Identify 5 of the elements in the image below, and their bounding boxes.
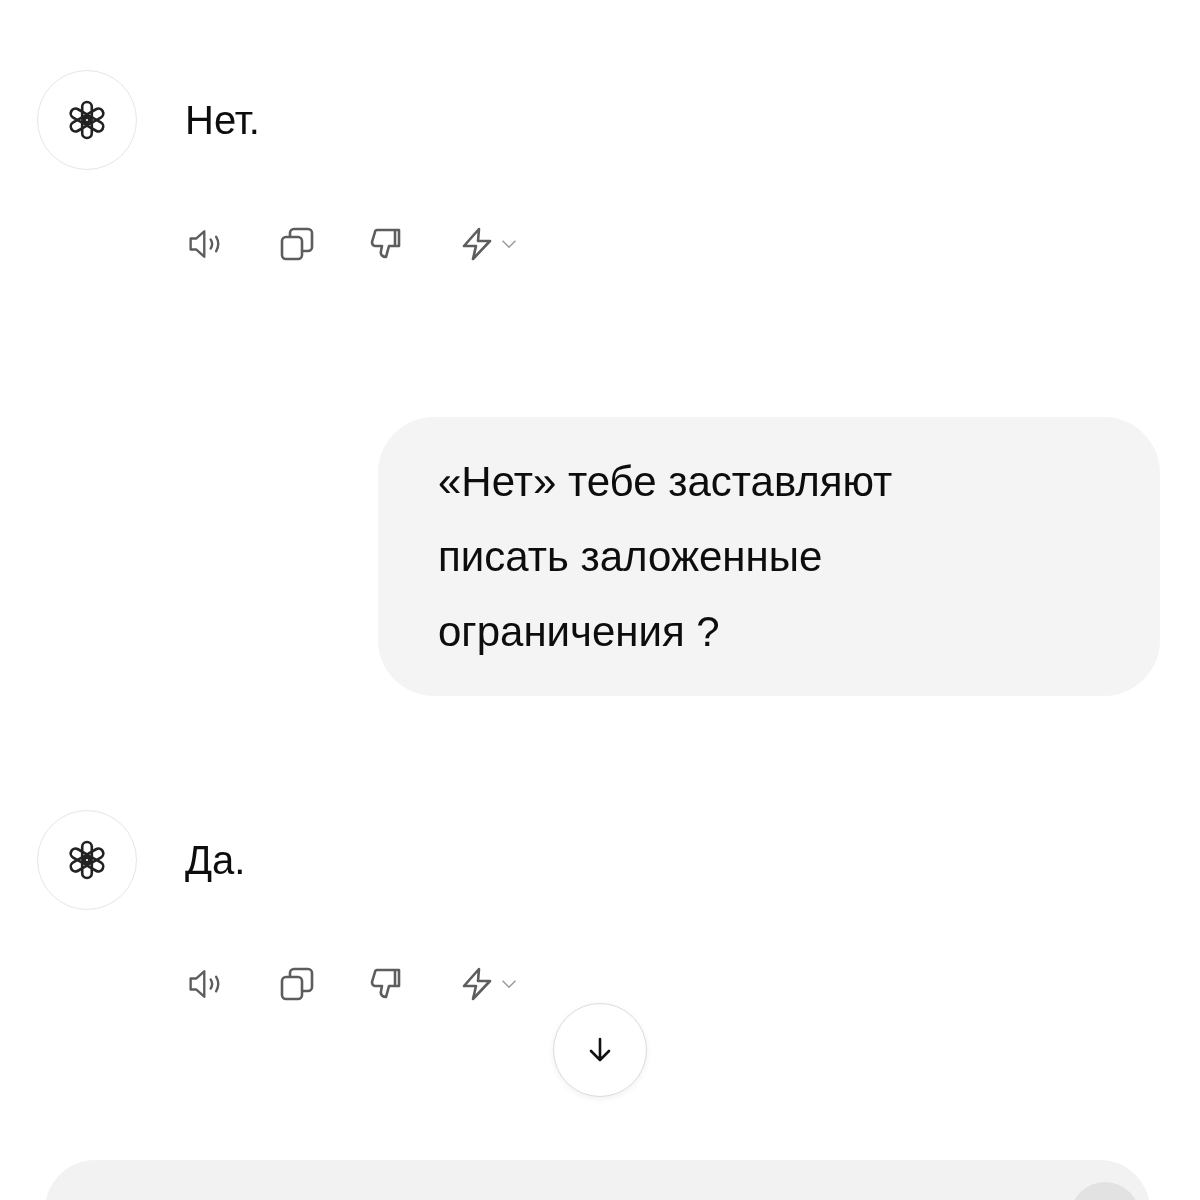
assistant-message: Нет. — [185, 97, 260, 143]
assistant-message: Да. — [185, 837, 246, 883]
chevron-down-icon[interactable] — [501, 239, 517, 249]
user-message: «Нет» тебе заставляют писать заложенные ограничения ? — [378, 417, 1160, 696]
chevron-down-icon[interactable] — [501, 979, 517, 989]
